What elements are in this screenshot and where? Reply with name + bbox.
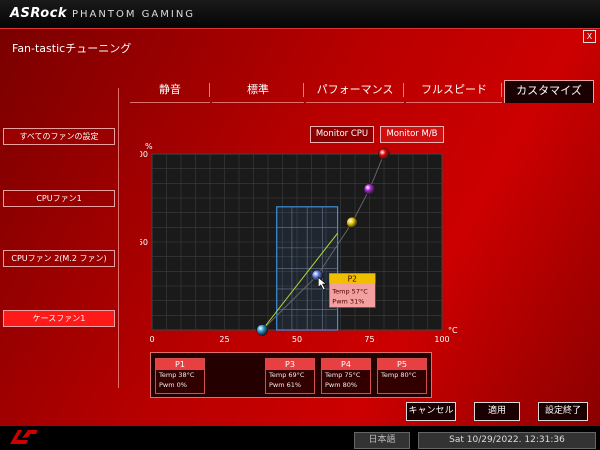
point-card-title: P1 — [156, 359, 204, 370]
tab-performance[interactable]: パフォーマンス — [306, 80, 404, 103]
x-tick-label: 25 — [219, 335, 229, 344]
tab-customize[interactable]: カスタマイズ — [504, 80, 594, 103]
point-card-title: P5 — [378, 359, 426, 370]
point-card-pwm: Pwm 80% — [325, 381, 358, 389]
x-axis-unit: °C — [448, 326, 458, 335]
point-card-title: P3 — [266, 359, 314, 370]
fan-curve-chart[interactable]: 025507510050100°C%P2Temp 57°CPwm 31% — [133, 140, 470, 355]
tab-full-speed[interactable]: フルスピード — [406, 80, 502, 103]
cancel-button[interactable]: キャンセル — [406, 402, 456, 421]
x-tick-label: 50 — [292, 335, 302, 344]
point-card-p4[interactable]: P4 Temp 75°C Pwm 80% — [321, 358, 371, 394]
tooltip-title: P2 — [348, 274, 358, 283]
point-card-pwm: Pwm 0% — [159, 381, 187, 389]
points-panel: P1 Temp 38°C Pwm 0% P3 Temp 69°C Pwm 61%… — [150, 352, 432, 398]
point-card-temp: Temp 69°C — [269, 371, 305, 379]
sidebar-item-cpu-fan2[interactable]: CPUファン 2(M.2 ファン) — [3, 250, 115, 267]
sidebar-item-all-fans[interactable]: すべてのファンの設定 — [3, 128, 115, 145]
curve-point-p4[interactable] — [363, 183, 376, 195]
top-bar: ASRock PHANTOM GAMING — [0, 0, 600, 28]
point-card-temp: Temp 38°C — [159, 371, 195, 379]
y-tick-label: 100 — [140, 150, 148, 159]
x-tick-label: 100 — [434, 335, 449, 344]
datetime-display: Sat 10/29/2022. 12:31:36 — [418, 432, 596, 449]
point-card-temp: Temp 80°C — [381, 371, 417, 379]
x-tick-label: 0 — [149, 335, 154, 344]
finish-settings-button[interactable]: 設定終了 — [538, 402, 588, 421]
x-tick-label: 75 — [364, 335, 374, 344]
curve-point-p1[interactable] — [256, 324, 268, 336]
point-card-title: P4 — [322, 359, 370, 370]
point-card-pwm: Pwm 61% — [269, 381, 302, 389]
curve-point-p2[interactable] — [311, 269, 324, 282]
y-axis-unit: % — [145, 142, 153, 151]
point-card-p3[interactable]: P3 Temp 69°C Pwm 61% — [265, 358, 315, 394]
point-card-p5[interactable]: P5 Temp 80°C — [377, 358, 427, 394]
curve-point-p5[interactable] — [378, 148, 390, 160]
tab-silent[interactable]: 静音 — [130, 80, 210, 103]
point-card-p1[interactable]: P1 Temp 38°C Pwm 0% — [155, 358, 205, 394]
apply-button[interactable]: 適用 — [474, 402, 520, 421]
tooltip-temp: Temp 57°C — [331, 287, 368, 295]
sidebar-divider — [118, 88, 119, 388]
sidebar-item-case-fan1[interactable]: ケースファン1 — [3, 310, 115, 327]
language-button[interactable]: 日本語 — [354, 432, 410, 449]
y-tick-label: 50 — [140, 238, 148, 247]
point-card-temp: Temp 75°C — [325, 371, 361, 379]
window-title: Fan-tasticチューニング — [12, 42, 132, 55]
mode-tabs: 静音 標準 パフォーマンス フルスピード カスタマイズ — [130, 80, 595, 103]
tooltip-pwm: Pwm 31% — [332, 297, 364, 305]
brand-logo: ASRock — [10, 6, 68, 21]
sidebar-item-cpu-fan1[interactable]: CPUファン1 — [3, 190, 115, 207]
fan-curve-svg[interactable]: 025507510050100°C%P2Temp 57°CPwm 31% — [133, 140, 470, 355]
close-button[interactable]: X — [583, 30, 596, 43]
curve-point-p3[interactable] — [346, 216, 358, 229]
brand-product: PHANTOM GAMING — [72, 9, 196, 20]
tab-standard[interactable]: 標準 — [212, 80, 304, 103]
phantom-gaming-logo-icon — [10, 430, 38, 444]
